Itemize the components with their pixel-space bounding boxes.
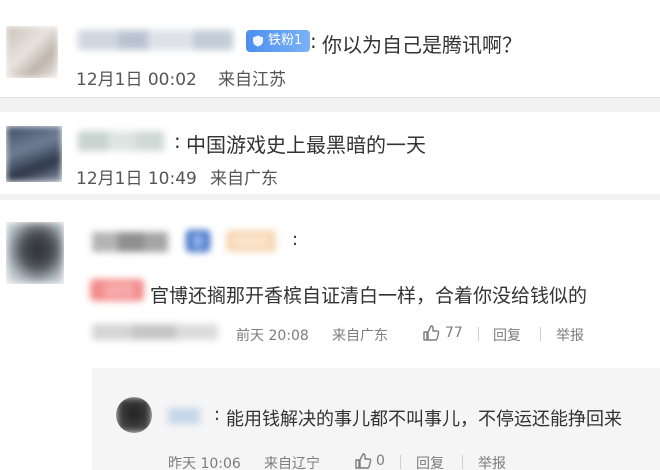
member-tag-icon	[226, 230, 276, 252]
comment-text: 官博还搁那开香槟自证清白一样，合着你没给钱似的	[150, 285, 588, 307]
like-icon[interactable]	[422, 324, 440, 342]
comment-text: 你以为自己是腾讯啊？	[322, 33, 522, 57]
comment-time: 前天 20:08	[236, 328, 309, 344]
reply-button[interactable]: 回复	[493, 325, 521, 345]
avatar[interactable]	[6, 26, 58, 78]
member-tag-icon	[90, 279, 144, 301]
like-count[interactable]: 77	[445, 325, 463, 341]
colon: :	[214, 404, 221, 425]
avatar[interactable]	[116, 397, 152, 433]
comment-card-1: 铁粉1 : 你以为自己是腾讯啊？ 12月1日 00:02 来自江苏	[0, 0, 660, 98]
comment-date: 12月1日 10:49	[76, 169, 197, 189]
divider	[540, 327, 541, 341]
colon: :	[310, 29, 317, 53]
badge-label: 铁粉1	[268, 33, 303, 48]
divider	[478, 327, 479, 341]
vip-badge-icon	[186, 230, 210, 252]
like-count[interactable]: 0	[376, 453, 385, 469]
reply-time: 昨天 10:06	[168, 456, 241, 470]
username[interactable]	[92, 232, 168, 252]
like-icon[interactable]	[354, 452, 372, 470]
report-button[interactable]: 举报	[556, 325, 584, 345]
avatar[interactable]	[6, 222, 64, 284]
report-button[interactable]: 举报	[478, 453, 506, 470]
colon: :	[292, 229, 299, 250]
divider	[400, 455, 401, 469]
avatar[interactable]	[6, 126, 62, 182]
username-echo	[92, 324, 218, 340]
reply-text: 能用钱解决的事儿都不叫事儿，不停运还能挣回来	[226, 409, 622, 430]
colon: :	[174, 129, 181, 153]
comment-text: 中国游戏史上最黑暗的一天	[186, 133, 426, 157]
comment-date: 12月1日 00:02	[76, 70, 197, 90]
comment-location: 来自广东	[210, 169, 278, 189]
comment-card-2: : 中国游戏史上最黑暗的一天 12月1日 10:49 来自广东	[0, 112, 660, 194]
username[interactable]	[78, 131, 164, 151]
divider	[462, 455, 463, 469]
comment-location: 来自江苏	[218, 70, 286, 90]
username[interactable]	[78, 30, 233, 50]
reply-button[interactable]: 回复	[416, 453, 444, 470]
reply-location: 来自辽宁	[264, 456, 320, 470]
comment-location: 来自广东	[332, 328, 388, 344]
shield-icon	[253, 35, 263, 47]
fan-level-badge: 铁粉1	[246, 30, 311, 52]
username[interactable]	[168, 408, 200, 424]
